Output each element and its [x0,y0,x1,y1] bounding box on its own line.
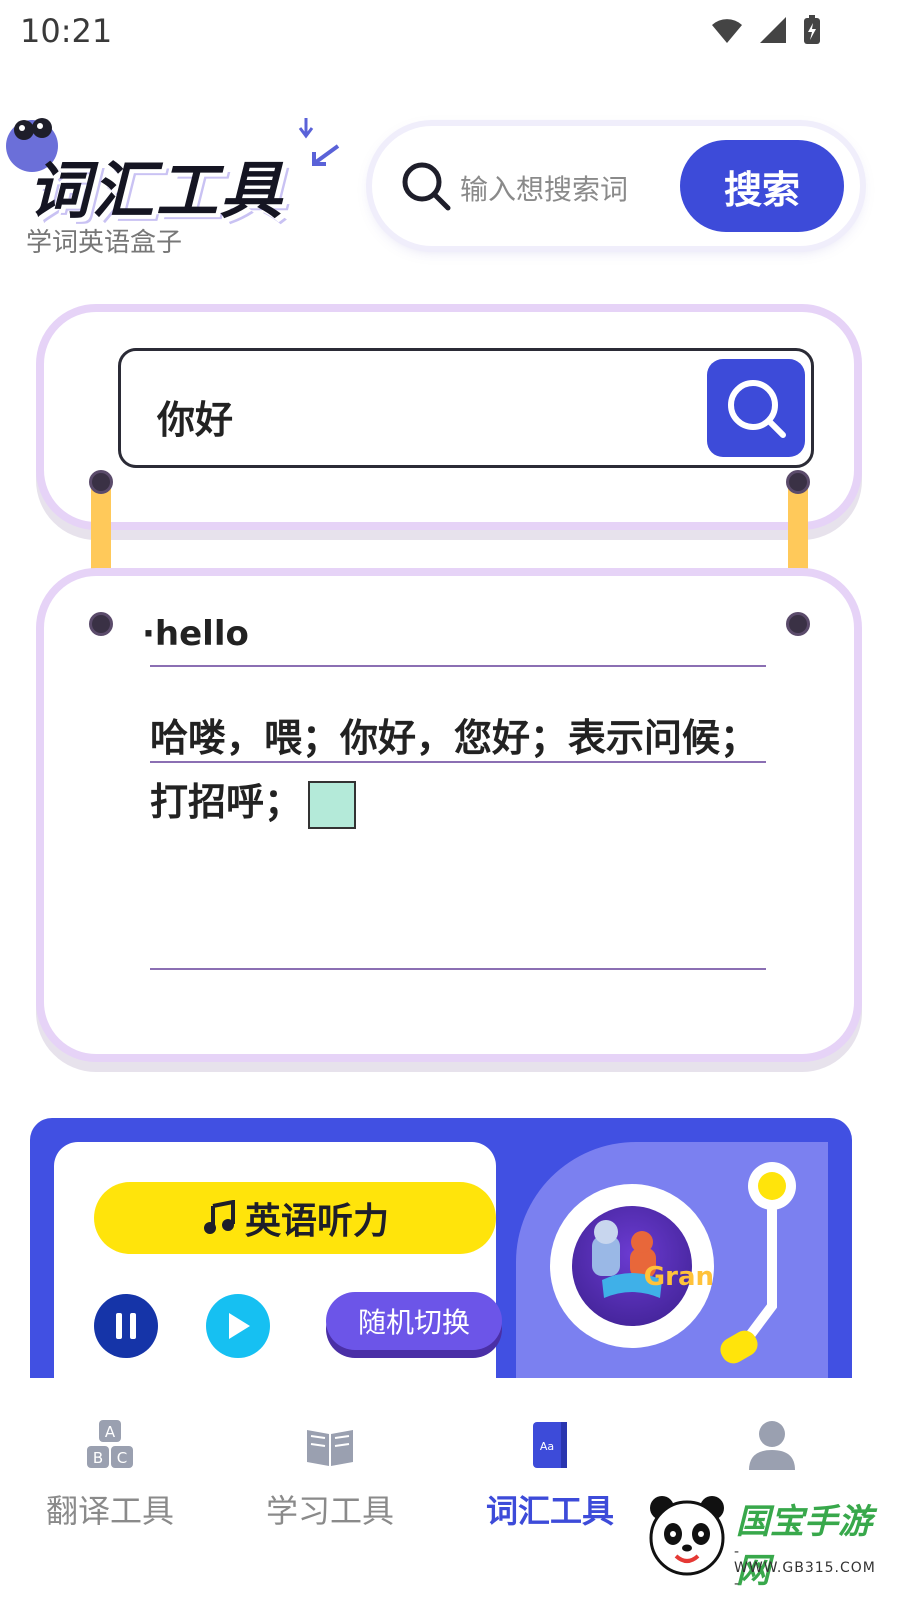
color-swatch [308,780,357,829]
search-input[interactable]: 输入想搜索词 [460,168,628,208]
pause-icon [116,1313,136,1339]
connector-bolt [786,612,810,636]
query-input-box[interactable]: 你好 [118,348,814,468]
app-subtitle: 学词英语盒子 [26,228,183,258]
wifi-icon [712,19,742,43]
listening-title-label: 英语听力 [244,1201,389,1242]
play-icon [229,1313,250,1339]
watermark-url: - WWW.GB315.COM - [734,1544,876,1592]
nav-item-vocabulary[interactable]: Aa 词汇工具 [450,1418,650,1532]
status-time: 10:21 [20,12,113,50]
result-word: ·hello [142,614,249,654]
album-disc[interactable]: Gran [550,1184,714,1348]
battery-icon [804,15,820,44]
nav-item-translate[interactable]: A B C 翻译工具 [10,1418,210,1532]
dictionary-icon: Aa [533,1422,567,1468]
pause-button[interactable] [94,1294,158,1358]
status-icons [710,14,822,46]
search-icon [400,160,452,216]
divider [150,665,766,667]
nav-item-study[interactable]: 学习工具 [230,1418,430,1532]
listening-title[interactable]: 英语听力 [94,1182,496,1254]
play-button[interactable] [206,1294,270,1358]
panda-logo-icon [649,1496,725,1576]
search-button[interactable]: 搜索 [680,140,844,232]
svg-text:C: C [117,1449,127,1467]
book-icon [307,1430,353,1466]
divider [150,761,766,763]
tonearm-icon [720,1162,796,1364]
app-logo: 词汇工具 学词英语盒子 [0,110,360,270]
nav-label: 学习工具 [265,1492,394,1530]
connector-bolt [786,470,810,494]
connector-bolt [89,470,113,494]
nav-label: 翻译工具 [45,1492,174,1530]
watermark: 国宝手游网 - WWW.GB315.COM - [636,1476,884,1594]
divider [150,968,766,970]
connector-bolt [89,612,113,636]
result-meaning-text: 哈喽，喂；你好，您好；表示问候；打招呼； [150,716,759,824]
app-title: 词汇工具 [28,154,285,227]
search-icon [728,380,786,438]
random-switch-button[interactable]: 随机切换 [326,1292,502,1350]
user-icon [749,1421,795,1470]
album-label: Gran [643,1262,714,1292]
svg-text:A: A [105,1423,116,1441]
music-note-icon [203,1200,235,1234]
svg-text:Aa: Aa [540,1440,554,1453]
nav-label: 词汇工具 [485,1492,614,1530]
query-input[interactable]: 你好 [157,389,233,444]
result-meaning: 哈喽，喂；你好，您好；表示问候；打招呼； [150,706,770,834]
header-search-bar[interactable]: 输入想搜索词 搜索 [372,126,860,246]
signal-icon [760,17,786,43]
abc-blocks-icon: A B C [87,1420,133,1468]
svg-text:B: B [93,1449,103,1467]
query-search-button[interactable] [707,359,805,457]
arrow-icon [298,118,340,166]
